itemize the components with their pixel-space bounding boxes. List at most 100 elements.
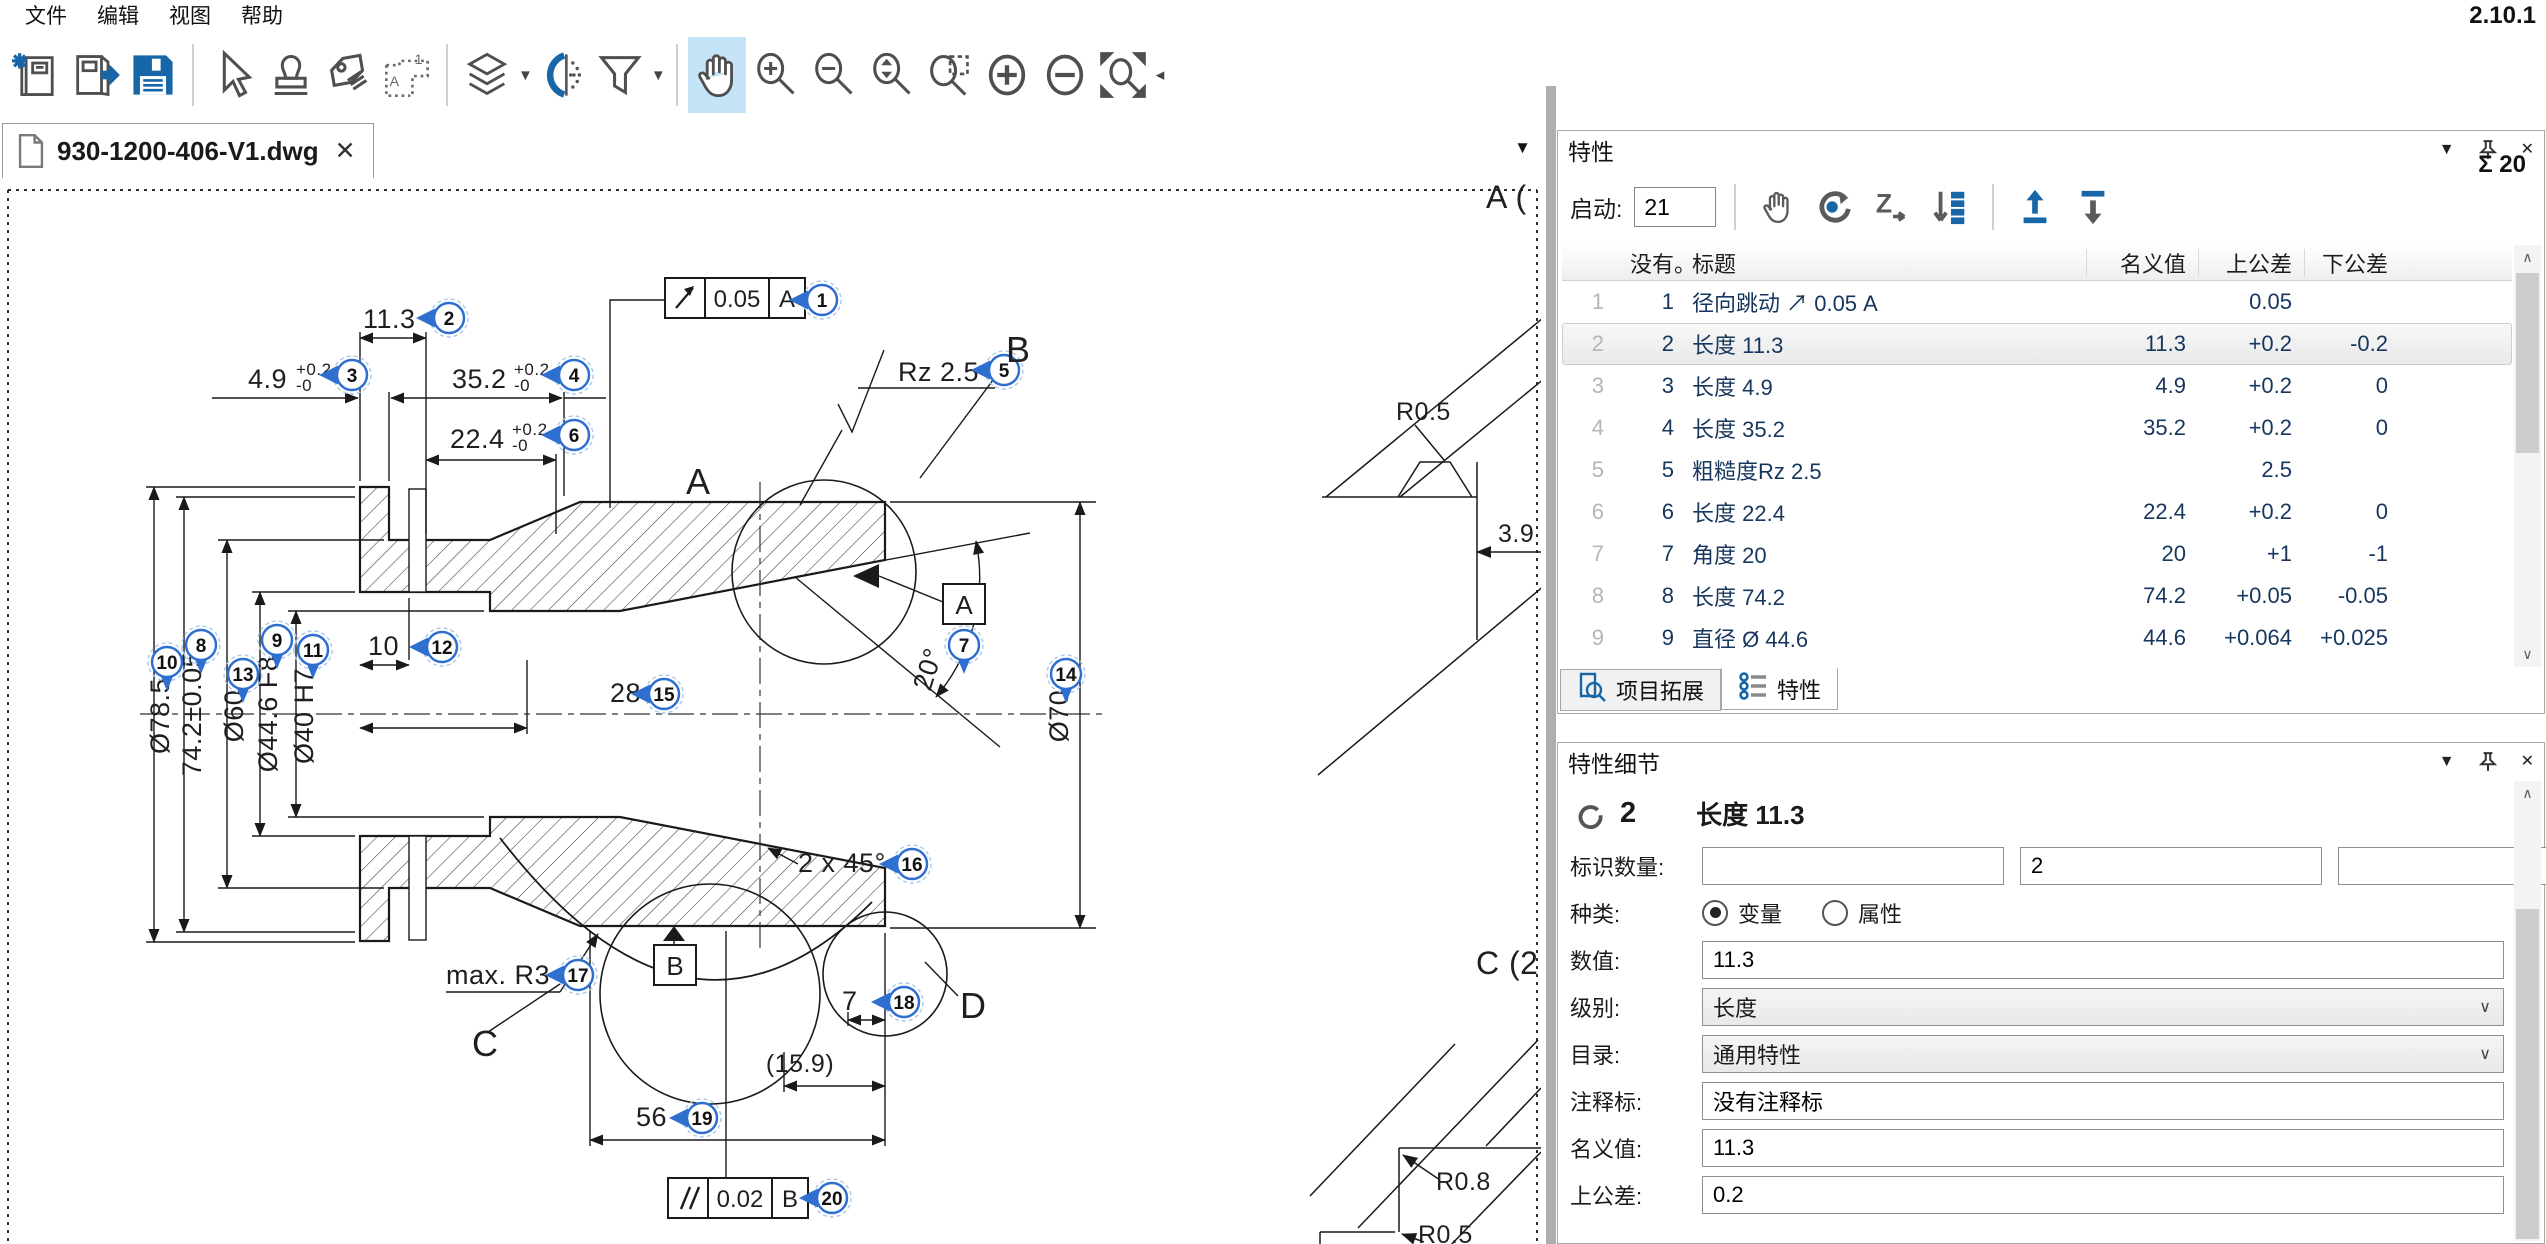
zoom-vertical-button[interactable] [862,37,920,113]
text-field[interactable] [1702,1082,2504,1120]
table-row[interactable]: 88长度 74.274.2+0.05-0.05 [1562,575,2512,617]
partial-region-button[interactable]: 1 A [378,37,436,113]
table-row[interactable]: 33长度 4.94.9+0.20 [1562,365,2512,407]
select-cursor-button[interactable] [204,37,262,113]
increase-button[interactable] [978,37,1036,113]
zoom-fit-button[interactable] [1094,37,1152,113]
table-row[interactable]: 99直径 Ø 44.644.6+0.064+0.025 [1562,617,2512,659]
datum-box-A: A [943,584,985,624]
col-header-lower[interactable]: 下公差 [2304,249,2400,277]
balloon-12[interactable]: 12 [409,628,461,666]
pan-hand-button[interactable] [688,37,746,113]
table-row[interactable]: 11径向跳动 ↗ 0.05 A0.05 [1562,281,2512,323]
row-lower-tol: +0.025 [2304,625,2400,651]
panel-close-icon[interactable]: ✕ [2521,752,2534,772]
select-field[interactable]: 通用特性∨ [1702,1035,2504,1073]
col-header-title[interactable]: 标题 [1682,247,2086,279]
drawing-canvas[interactable]: 0.05A111.324.9+0.2-0335.2+0.2-04Rz 2.552… [0,178,1541,1244]
tab-list-menu-icon[interactable]: ▼ [1514,138,1531,158]
characteristics-sum: Σ 20 [2478,151,2526,179]
app-version: 2.10.1 [2469,2,2536,30]
stamp-button[interactable] [262,37,320,113]
open-document-button[interactable] [66,37,124,113]
balloon-6[interactable]: 6 [541,416,593,454]
svg-text:1: 1 [817,291,828,312]
radio-selected[interactable] [1702,900,1728,926]
svg-text:7: 7 [959,636,970,657]
dimension-17: max. R3 [446,960,550,990]
panel-pin-icon[interactable] [2479,752,2497,772]
balloon-18[interactable]: 18 [871,983,923,1021]
col-header-nominal[interactable]: 名义值 [2086,249,2198,277]
svg-text:6: 6 [569,426,580,447]
layers-button[interactable] [458,37,516,113]
table-row[interactable]: 55粗糙度Rz 2.52.5 [1562,449,2512,491]
scroll-up-icon[interactable]: ∧ [2514,781,2541,806]
layers-dropdown-caret[interactable]: ▼ [518,67,533,84]
mirror-button[interactable] [533,37,591,113]
text-field[interactable] [1702,1176,2504,1214]
field-label: 名义值: [1570,1132,1702,1164]
dimension-19: 56 [636,1102,667,1132]
details-scrollbar[interactable]: ∧ [2514,781,2541,1241]
row-lower-tol: 0 [2304,415,2400,441]
toolbar-separator [676,44,678,106]
table-header: 没有。标题名义值上公差下公差 [1562,245,2512,281]
panel-collapse-icon[interactable]: ▼ [2439,140,2455,160]
scroll-down-icon[interactable]: ∨ [2514,642,2541,667]
radio-label: 变量 [1738,897,1782,929]
col-header-no[interactable]: 没有。 [1620,247,1682,279]
details-subheader: 2 长度 11.3 [1558,781,2544,842]
z-order-icon[interactable]: Z [1870,184,1916,230]
new-document-button[interactable] [8,37,66,113]
decrease-button[interactable] [1036,37,1094,113]
panel-tab-project-expand[interactable]: 项目拓展 [1560,669,1721,711]
row-lower-tol: 0 [2304,373,2400,399]
menu-item-1[interactable]: 文件 [10,0,82,32]
scroll-up-icon[interactable]: ∧ [2514,245,2541,270]
text-field[interactable] [1702,941,2504,979]
radio-unselected[interactable] [1822,900,1848,926]
move-up-icon[interactable] [2012,184,2058,230]
menu-item-3[interactable]: 视图 [154,0,226,32]
filter-dropdown-caret[interactable]: ▼ [651,67,666,84]
table-row[interactable]: 77角度 2020+1-1 [1562,533,2512,575]
table-row[interactable]: 66长度 22.422.4+0.20 [1562,491,2512,533]
select-field[interactable]: 长度∨ [1702,988,2504,1026]
panel-collapse-icon[interactable]: ▼ [2439,752,2455,772]
table-row[interactable]: 44长度 35.235.2+0.20 [1562,407,2512,449]
balloon-16[interactable]: 16 [879,845,931,883]
zoom-in-button[interactable] [746,37,804,113]
renumber-rotate-icon[interactable] [1812,184,1858,230]
pick-hand-icon[interactable] [1754,184,1800,230]
id-count-input-1[interactable] [1702,847,2004,885]
panel-splitter[interactable] [1546,86,1556,1244]
select-value: 通用特性 [1713,1038,1801,1070]
collapse-toolbar-icon[interactable]: ◂ [1156,65,1165,85]
menu-item-4[interactable]: 帮助 [226,0,298,32]
panel-tab-characteristics[interactable]: 特性 [1721,668,1838,710]
id-count-input-2[interactable] [2020,847,2322,885]
table-row[interactable]: 22长度 11.311.3+0.2-0.2 [1562,323,2512,365]
dimension-5: Rz 2.5 [898,357,979,387]
table-scrollbar[interactable]: ∧ ∨ [2514,245,2541,667]
field-label: 标识数量: [1570,850,1702,882]
zoom-out-button[interactable] [804,37,862,113]
text-field[interactable] [1702,1129,2504,1167]
save-button[interactable] [124,37,182,113]
col-header-upper[interactable]: 上公差 [2198,249,2304,277]
tab-close-icon[interactable]: ✕ [335,136,356,166]
start-number-input[interactable] [1634,187,1716,227]
filter-button[interactable] [591,37,649,113]
balloon-2[interactable]: 2 [416,299,468,337]
balloon-7[interactable]: 7 [945,626,983,674]
list-order-icon[interactable] [1928,184,1974,230]
menu-item-2[interactable]: 编辑 [82,0,154,32]
app-window: 文件编辑视图帮助 2.10.1 [0,0,2546,1244]
tag-button[interactable] [320,37,378,113]
svg-text:B: B [666,951,683,981]
move-down-icon[interactable] [2070,184,2116,230]
row-title: 角度 20 [1682,538,2086,570]
document-tab[interactable]: 930-1200-406-V1.dwg ✕ [2,123,374,178]
zoom-window-button[interactable] [920,37,978,113]
